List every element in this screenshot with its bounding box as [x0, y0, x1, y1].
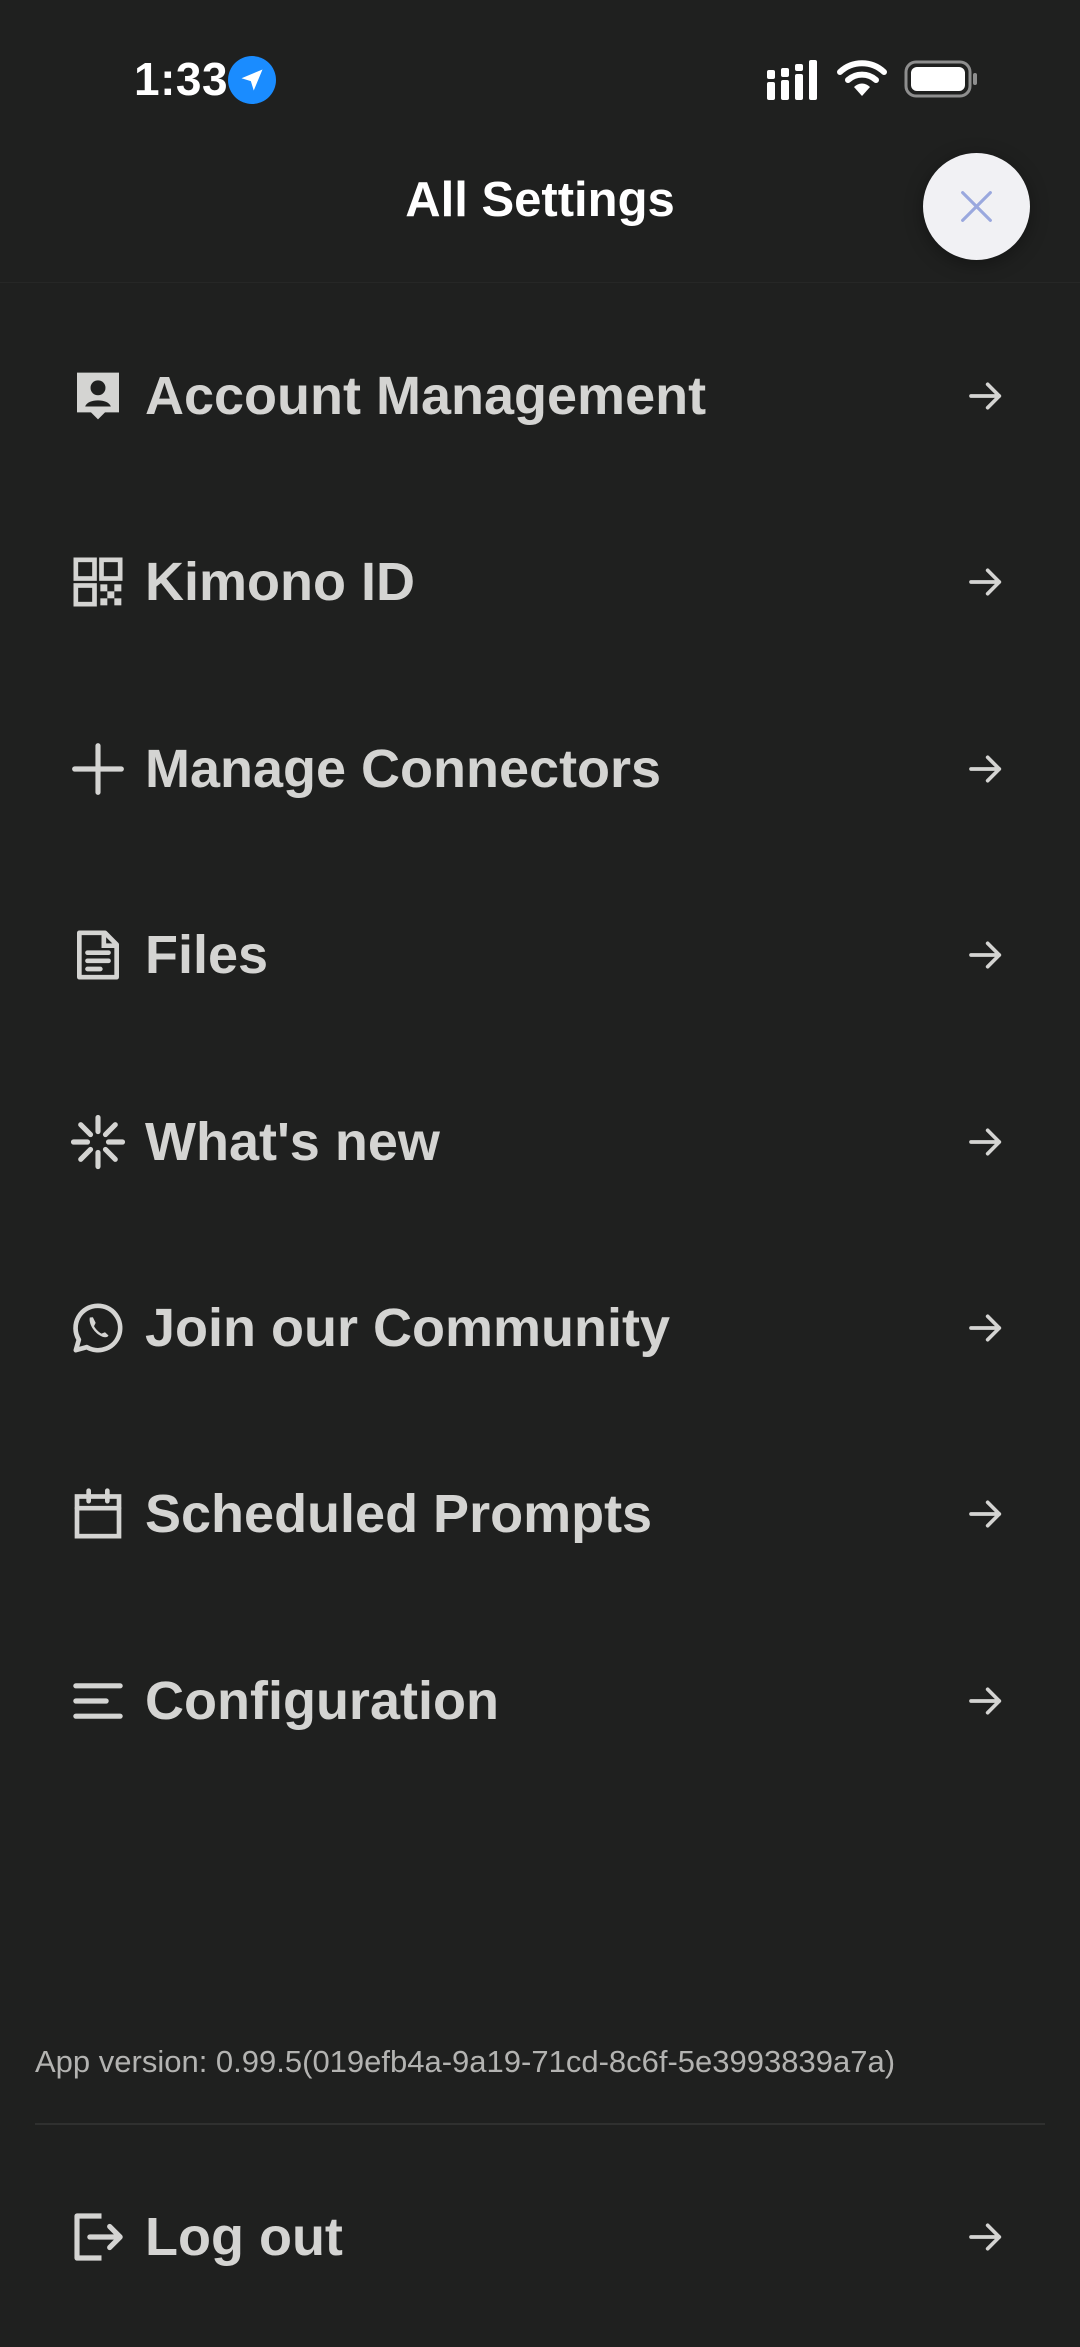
wifi-icon	[836, 58, 888, 103]
cellular-signal-icon	[766, 60, 820, 105]
menu-item-manage-connectors[interactable]: Manage Connectors	[0, 699, 1080, 839]
qr-code-icon	[73, 557, 123, 607]
arrow-right-icon	[969, 2223, 1002, 2251]
close-icon	[961, 191, 992, 222]
arrow-right-icon	[969, 1314, 1002, 1342]
logout-label: Log out	[145, 2207, 343, 2267]
arrow-right-icon	[969, 755, 1002, 783]
plus-icon	[72, 743, 124, 795]
status-bar: 1:33	[0, 0, 1080, 150]
logout-icon	[74, 2213, 123, 2261]
menu-item-label: Join our Community	[145, 1298, 670, 1358]
document-icon	[77, 930, 119, 980]
arrow-right-icon	[969, 568, 1002, 596]
menu-item-label: Account Management	[145, 366, 707, 426]
menu-item-kimono-id[interactable]: Kimono ID	[0, 512, 1080, 652]
page-title: All Settings	[405, 173, 675, 227]
account-badge-icon	[77, 372, 119, 420]
whatsapp-icon	[73, 1303, 123, 1353]
close-button[interactable]	[923, 153, 1030, 260]
menu-item-configuration[interactable]: Configuration	[0, 1631, 1080, 1771]
menu-item-files[interactable]: Files	[0, 885, 1080, 1025]
arrow-right-icon	[969, 1500, 1002, 1528]
sparkle-icon	[70, 1114, 126, 1170]
header-divider	[0, 282, 1080, 283]
menu-item-scheduled-prompts[interactable]: Scheduled Prompts	[0, 1444, 1080, 1584]
app-version-text: App version: 0.99.5(019efb4a-9a19-71cd-8…	[35, 2044, 896, 2079]
menu-item-label: What's new	[145, 1112, 440, 1172]
menu-item-join-community[interactable]: Join our Community	[0, 1258, 1080, 1398]
calendar-icon	[74, 1488, 122, 1539]
arrow-right-icon	[969, 1128, 1002, 1156]
text-lines-icon	[73, 1683, 123, 1719]
location-arrow-icon	[228, 56, 276, 104]
menu-item-label: Kimono ID	[145, 552, 415, 612]
battery-full-icon	[904, 60, 980, 103]
menu-item-label: Configuration	[145, 1671, 499, 1731]
menu-item-label: Files	[145, 925, 269, 985]
arrow-right-icon	[969, 941, 1002, 969]
menu-item-label: Manage Connectors	[145, 739, 662, 799]
arrow-right-icon	[969, 1687, 1002, 1715]
logout-button[interactable]: Log out	[0, 2167, 1080, 2307]
menu-item-label: Scheduled Prompts	[145, 1484, 653, 1544]
status-time: 1:33	[134, 53, 229, 105]
menu-item-whats-new[interactable]: What's new	[0, 1072, 1080, 1212]
arrow-right-icon	[969, 382, 1002, 410]
footer-divider	[35, 2123, 1045, 2125]
menu-item-account-management[interactable]: Account Management	[0, 326, 1080, 466]
